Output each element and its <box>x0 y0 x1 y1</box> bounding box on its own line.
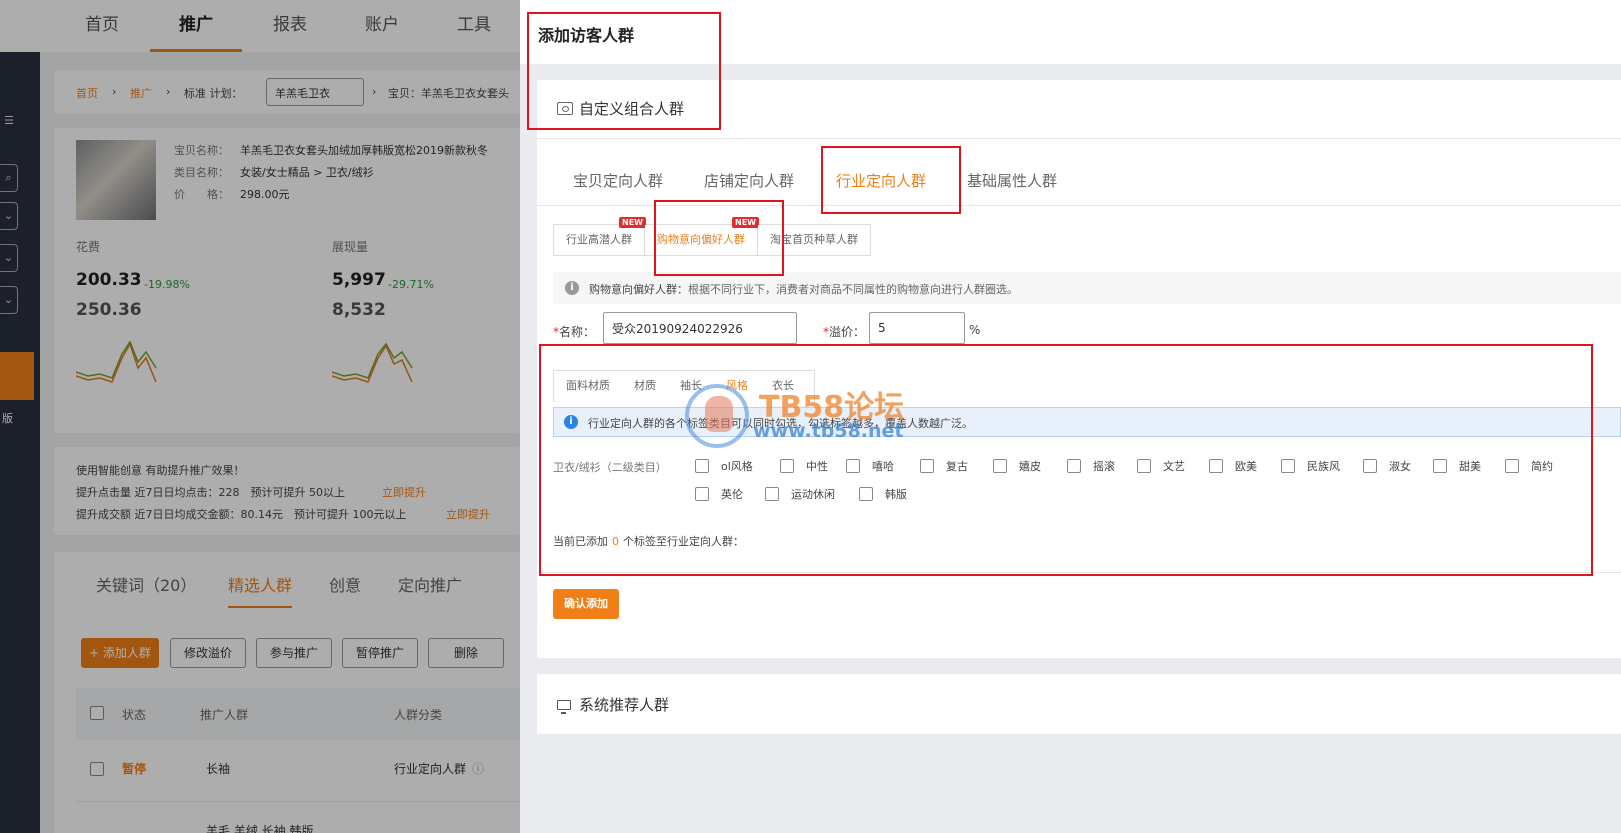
premium-input[interactable] <box>869 312 965 344</box>
annotation-box <box>821 146 961 214</box>
watermark: TB58论坛 www.tb58.net <box>685 380 925 450</box>
name-label: *名称： <box>553 325 596 339</box>
info-description: 根据不同行业下，消费者对商品不同属性的购物意向进行人群圈选。 <box>688 283 1018 296</box>
section-title-text: 系统推荐人群 <box>579 696 670 714</box>
name-input[interactable] <box>603 312 797 344</box>
monitor-icon <box>557 700 571 714</box>
percent-unit: % <box>969 323 981 337</box>
premium-label: *溢价： <box>823 325 866 339</box>
tab-item-crowd[interactable]: 宝贝定向人群 <box>573 170 663 191</box>
annotation-box <box>527 12 721 130</box>
confirm-add-button[interactable]: 确认添加 <box>553 589 619 619</box>
tab-basic-attr-crowd[interactable]: 基础属性人群 <box>967 170 1057 191</box>
info-text: 购物意向偏好人群：根据不同行业下，消费者对商品不同属性的购物意向进行人群圈选。 <box>589 281 1018 297</box>
subtab-high-potential[interactable]: 行业高潜人群 NEW <box>554 217 646 255</box>
annotation-box <box>654 200 784 276</box>
subtab-label: 行业高潜人群 <box>566 233 632 246</box>
section-title: 系统推荐人群 <box>557 694 669 715</box>
annotation-box <box>539 344 1593 576</box>
modal-overlay[interactable] <box>0 0 520 833</box>
watermark-url: www.tb58.net <box>753 420 904 442</box>
info-title: 购物意向偏好人群： <box>589 283 688 296</box>
new-badge: NEW <box>619 217 646 228</box>
divider <box>537 138 1621 139</box>
hand-icon <box>705 396 733 432</box>
info-bar: i 购物意向偏好人群：根据不同行业下，消费者对商品不同属性的购物意向进行人群圈选… <box>553 272 1621 304</box>
info-icon: i <box>565 281 579 295</box>
tab-shop-crowd[interactable]: 店铺定向人群 <box>704 170 794 191</box>
system-crowd-panel[interactable]: 系统推荐人群 <box>537 674 1621 734</box>
